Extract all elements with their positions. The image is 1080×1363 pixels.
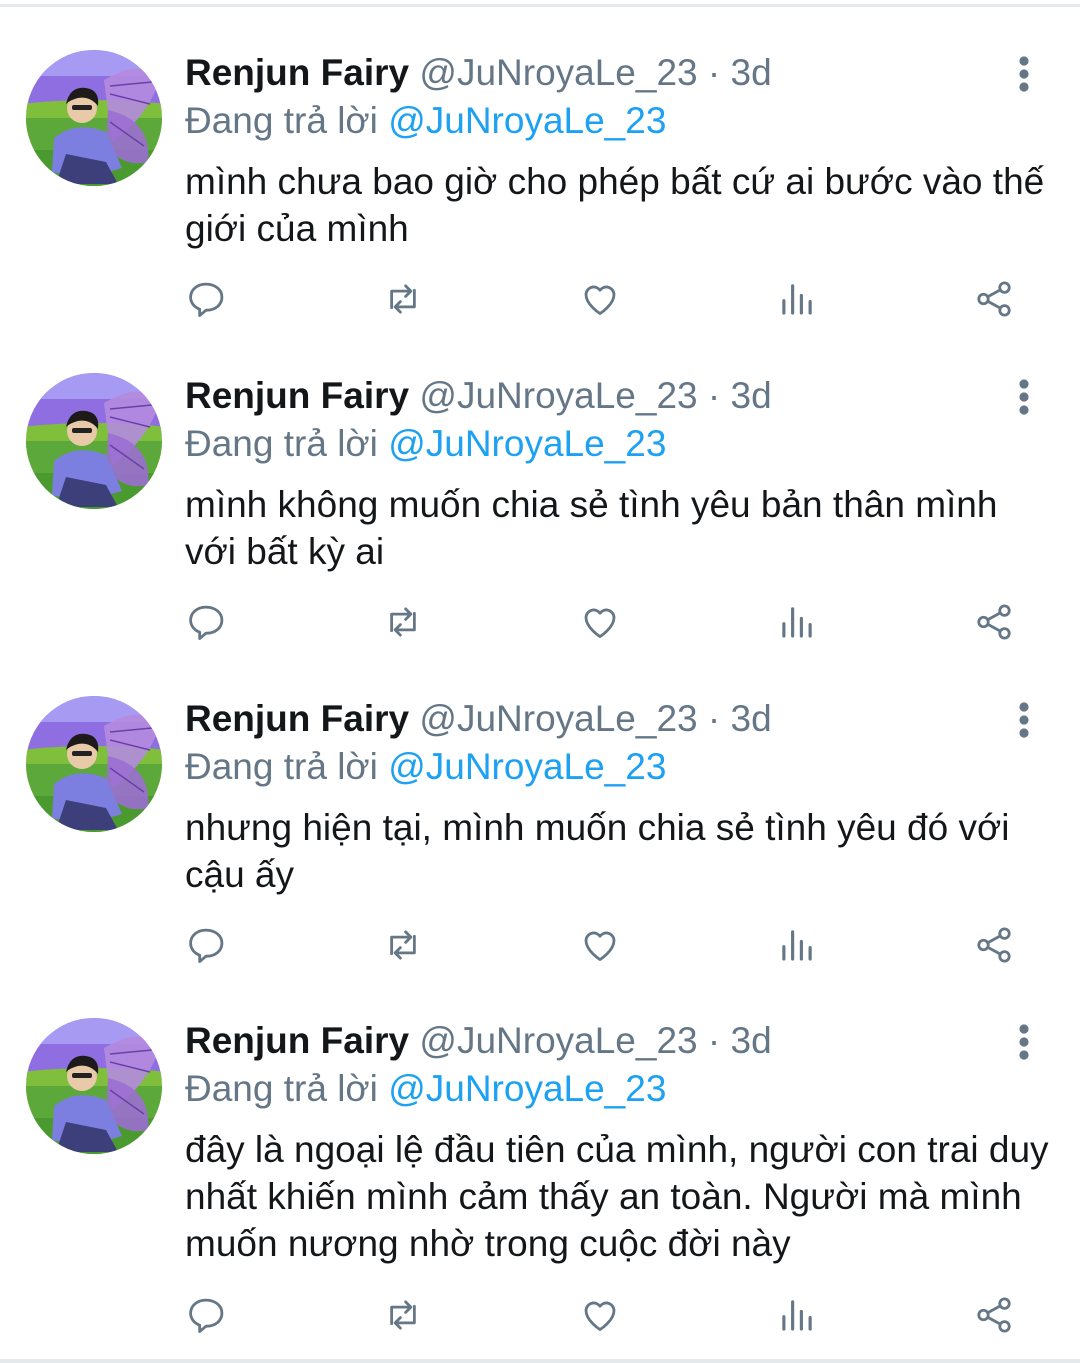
timestamp[interactable]: 3d — [731, 698, 772, 739]
analytics-button[interactable] — [772, 920, 822, 970]
like-button[interactable] — [575, 1290, 625, 1340]
analytics-button[interactable] — [772, 274, 822, 324]
tweet-header: Renjun Fairy @JuNroyaLe_23 · 3d — [185, 1016, 772, 1066]
replying-label: Đang trả lời — [185, 746, 378, 787]
separator-dot: · — [707, 375, 721, 416]
tweet-text: mình chưa bao giờ cho phép bất cứ ai bướ… — [185, 161, 1045, 249]
replying-to: Đang trả lời @JuNroyaLe_23 — [185, 1064, 666, 1114]
analytics-icon — [782, 930, 812, 961]
retweet-icon — [390, 1300, 416, 1330]
heart-icon — [584, 608, 616, 638]
more-options-icon — [1019, 1024, 1029, 1060]
divider — [0, 4, 1080, 7]
action-bar — [0, 597, 1080, 647]
more-options-button[interactable] — [1004, 375, 1044, 419]
user-handle[interactable]: @JuNroyaLe_23 — [419, 698, 697, 739]
reply-button[interactable] — [181, 920, 231, 970]
action-bar — [0, 274, 1080, 324]
reply-button[interactable] — [181, 274, 231, 324]
reply-icon — [189, 282, 224, 318]
mention-link[interactable]: @JuNroyaLe_23 — [388, 423, 666, 464]
share-button[interactable] — [969, 597, 1019, 647]
user-handle[interactable]: @JuNroyaLe_23 — [419, 1020, 697, 1061]
retweet-button[interactable] — [378, 920, 428, 970]
display-name[interactable]: Renjun Fairy — [185, 698, 409, 739]
analytics-button[interactable] — [772, 597, 822, 647]
timestamp[interactable]: 3d — [731, 1020, 772, 1061]
action-bar — [0, 920, 1080, 970]
share-button[interactable] — [969, 1290, 1019, 1340]
tweet-header: Renjun Fairy @JuNroyaLe_23 · 3d — [185, 694, 772, 744]
tweet-header: Renjun Fairy @JuNroyaLe_23 · 3d — [185, 371, 772, 421]
reply-icon — [189, 928, 224, 964]
analytics-button[interactable] — [772, 1290, 822, 1340]
retweet-icon — [390, 607, 416, 637]
user-handle[interactable]: @JuNroyaLe_23 — [419, 52, 697, 93]
avatar[interactable] — [26, 696, 162, 832]
share-icon — [977, 1297, 1011, 1333]
like-button[interactable] — [575, 274, 625, 324]
replying-to: Đang trả lời @JuNroyaLe_23 — [185, 742, 666, 792]
replying-to: Đang trả lời @JuNroyaLe_23 — [185, 419, 666, 469]
share-button[interactable] — [969, 274, 1019, 324]
mention-link[interactable]: @JuNroyaLe_23 — [388, 746, 666, 787]
tweet[interactable]: Renjun Fairy @JuNroyaLe_23 · 3d Đang trả… — [0, 8, 1080, 341]
tweet[interactable]: Renjun Fairy @JuNroyaLe_23 · 3d Đang trả… — [0, 976, 1080, 1363]
tweet-feed: Renjun Fairy @JuNroyaLe_23 · 3d Đang trả… — [0, 0, 1080, 1363]
tweet[interactable]: Renjun Fairy @JuNroyaLe_23 · 3d Đang trả… — [0, 331, 1080, 664]
tweet-text: mình không muốn chia sẻ tình yêu bản thâ… — [185, 484, 998, 572]
reply-button[interactable] — [181, 597, 231, 647]
separator-dot: · — [707, 1020, 721, 1061]
heart-icon — [584, 931, 616, 961]
tweet[interactable]: Renjun Fairy @JuNroyaLe_23 · 3d Đang trả… — [0, 654, 1080, 987]
separator-dot: · — [707, 698, 721, 739]
retweet-icon — [390, 930, 416, 960]
like-button[interactable] — [575, 920, 625, 970]
more-options-button[interactable] — [1004, 698, 1044, 742]
share-icon — [977, 927, 1011, 963]
heart-icon — [584, 285, 616, 315]
display-name[interactable]: Renjun Fairy — [185, 52, 409, 93]
like-button[interactable] — [575, 597, 625, 647]
share-icon — [977, 281, 1011, 317]
analytics-icon — [782, 284, 812, 315]
display-name[interactable]: Renjun Fairy — [185, 375, 409, 416]
avatar[interactable] — [26, 50, 162, 186]
share-button[interactable] — [969, 920, 1019, 970]
retweet-button[interactable] — [378, 1290, 428, 1340]
analytics-icon — [782, 1300, 812, 1331]
avatar[interactable] — [26, 373, 162, 509]
action-bar — [0, 1290, 1080, 1340]
reply-button[interactable] — [181, 1290, 231, 1340]
more-options-icon — [1019, 702, 1029, 738]
separator-dot: · — [707, 52, 721, 93]
timestamp[interactable]: 3d — [731, 375, 772, 416]
replying-label: Đang trả lời — [185, 423, 378, 464]
more-options-button[interactable] — [1004, 52, 1044, 96]
avatar[interactable] — [26, 1018, 162, 1154]
replying-label: Đang trả lời — [185, 100, 378, 141]
timestamp[interactable]: 3d — [731, 52, 772, 93]
replying-label: Đang trả lời — [185, 1068, 378, 1109]
analytics-icon — [782, 607, 812, 638]
more-options-button[interactable] — [1004, 1020, 1044, 1064]
divider — [0, 1359, 1080, 1363]
retweet-button[interactable] — [378, 597, 428, 647]
share-icon — [977, 604, 1011, 640]
display-name[interactable]: Renjun Fairy — [185, 1020, 409, 1061]
user-handle[interactable]: @JuNroyaLe_23 — [419, 375, 697, 416]
tweet-header: Renjun Fairy @JuNroyaLe_23 · 3d — [185, 48, 772, 98]
reply-icon — [189, 605, 224, 641]
replying-to: Đang trả lời @JuNroyaLe_23 — [185, 96, 666, 146]
mention-link[interactable]: @JuNroyaLe_23 — [388, 1068, 666, 1109]
mention-link[interactable]: @JuNroyaLe_23 — [388, 100, 666, 141]
tweet-text: nhưng hiện tại, mình muốn chia sẻ tình y… — [185, 807, 1010, 895]
heart-icon — [584, 1301, 616, 1331]
tweet-text: đây là ngoại lệ đầu tiên của mình, người… — [185, 1129, 1049, 1264]
more-options-icon — [1019, 379, 1029, 415]
retweet-icon — [390, 284, 416, 314]
reply-icon — [189, 1298, 224, 1334]
retweet-button[interactable] — [378, 274, 428, 324]
more-options-icon — [1019, 56, 1029, 92]
